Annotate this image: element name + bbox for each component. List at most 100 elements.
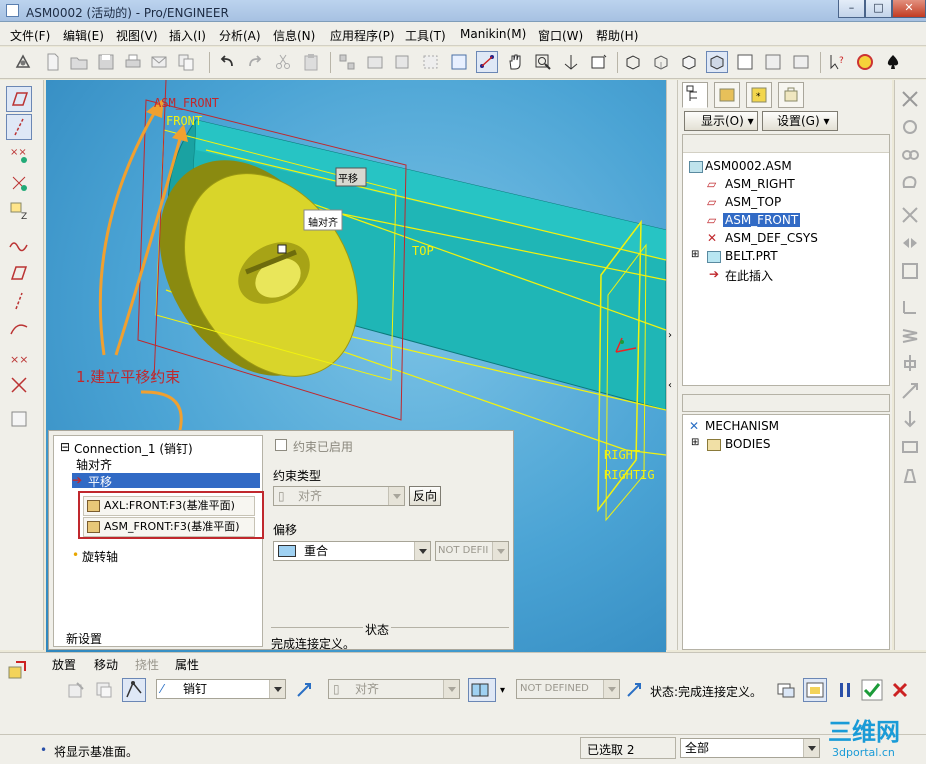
- menu-applications[interactable]: 应用程序(P): [330, 27, 395, 44]
- analysis-tool-icon[interactable]: [6, 406, 32, 432]
- menu-analysis[interactable]: 分析(A): [219, 27, 261, 44]
- mechanism-connect-icon[interactable]: [899, 88, 921, 110]
- cam-icon[interactable]: [899, 172, 921, 194]
- constraint-type-select[interactable]: ▯ 对齐: [273, 486, 405, 506]
- menu-help[interactable]: 帮助(H): [596, 27, 638, 44]
- zoom-icon[interactable]: [532, 51, 554, 73]
- sash-right-arrow-icon[interactable]: ›: [668, 330, 672, 341]
- spin-center-icon[interactable]: [560, 51, 582, 73]
- redo-icon[interactable]: [244, 51, 266, 73]
- translate-node[interactable]: 平移: [88, 473, 112, 490]
- wireframe-icon[interactable]: [622, 51, 644, 73]
- pan-hand-icon[interactable]: [504, 51, 526, 73]
- datum-point-tool-icon[interactable]: ××: [6, 344, 32, 370]
- separate-window-icon[interactable]: [774, 678, 798, 702]
- datum-point-display-icon[interactable]: ××: [6, 142, 32, 168]
- find-icon[interactable]: [392, 51, 414, 73]
- regen-icon[interactable]: [364, 51, 386, 73]
- csys-display-icon[interactable]: [6, 170, 32, 196]
- confirm-check-icon[interactable]: [860, 678, 884, 702]
- datum-display-icon[interactable]: [476, 51, 498, 73]
- csys-tool-icon[interactable]: [6, 372, 32, 398]
- tree-item-mechanism[interactable]: MECHANISM: [705, 419, 779, 433]
- open-file-icon[interactable]: [68, 51, 90, 73]
- tree-item-asm-front[interactable]: ASM_FRONT: [723, 213, 801, 227]
- tab-properties[interactable]: 属性: [175, 656, 199, 673]
- tree-item-asm-def-csys[interactable]: ASM_DEF_CSYS: [725, 231, 818, 245]
- tree-item-bodies[interactable]: BODIES: [725, 437, 770, 451]
- measure-icon[interactable]: [899, 296, 921, 318]
- offset-value-input[interactable]: NOT DEFII: [435, 541, 509, 561]
- flip-offset-icon[interactable]: [622, 678, 646, 702]
- gear-icon[interactable]: [899, 116, 921, 138]
- annotation-display-icon[interactable]: Z: [6, 198, 32, 224]
- expand-icon[interactable]: ⊞: [691, 437, 699, 448]
- manikin-icon[interactable]: [854, 51, 876, 73]
- cancel-x-icon[interactable]: [888, 678, 912, 702]
- layer-icon[interactable]: [762, 51, 784, 73]
- tab-flexibility[interactable]: 挠性: [135, 656, 159, 673]
- menu-file[interactable]: 文件(F): [10, 27, 50, 44]
- constraint-enabled-checkbox[interactable]: [275, 439, 287, 451]
- maximize-button[interactable]: □: [865, 0, 892, 18]
- offset-dropdown-arrow-icon[interactable]: ▾: [500, 685, 505, 696]
- connections-tab[interactable]: [778, 82, 804, 108]
- menu-window[interactable]: 窗口(W): [538, 27, 583, 44]
- drag-components-icon[interactable]: [899, 232, 921, 254]
- menu-tools[interactable]: 工具(T): [405, 27, 446, 44]
- reference-2[interactable]: ASM_FRONT:F3(基准平面): [83, 517, 255, 537]
- new-file-icon[interactable]: [42, 51, 64, 73]
- tree-item-asm-top[interactable]: ASM_TOP: [725, 195, 781, 209]
- menu-insert[interactable]: 插入(I): [169, 27, 206, 44]
- rotation-axis-node[interactable]: 旋转轴: [82, 548, 118, 565]
- select-icon[interactable]: [420, 51, 442, 73]
- email-icon[interactable]: [148, 51, 170, 73]
- flip-connection-icon[interactable]: [292, 678, 316, 702]
- new-set-link[interactable]: 新设置: [66, 630, 102, 647]
- datum-axis-display-icon[interactable]: [6, 114, 32, 140]
- gears-icon[interactable]: [899, 144, 921, 166]
- model-tree-icon[interactable]: [734, 51, 756, 73]
- save-icon[interactable]: [95, 51, 117, 73]
- datum-plane-tool-icon[interactable]: [6, 260, 32, 286]
- print-icon[interactable]: [122, 51, 144, 73]
- context-help-icon[interactable]: ?: [826, 51, 848, 73]
- assembly-window-icon[interactable]: [803, 678, 827, 702]
- datum-curve-tool-icon[interactable]: [6, 316, 32, 342]
- spade-icon[interactable]: [882, 51, 904, 73]
- tree-item-asm0002[interactable]: ASM0002.ASM: [705, 159, 792, 173]
- hidden-line-icon[interactable]: [650, 51, 672, 73]
- gravity-icon[interactable]: [899, 408, 921, 430]
- offset-type-icon[interactable]: [468, 678, 496, 702]
- undo-icon[interactable]: [216, 51, 238, 73]
- tab-placement[interactable]: 放置: [52, 656, 76, 673]
- axis-align-callout[interactable]: 轴对齐: [308, 214, 338, 229]
- close-button[interactable]: ✕: [892, 0, 926, 18]
- dashboard-constraint-select[interactable]: ▯ 对齐: [328, 679, 460, 699]
- damper-icon[interactable]: [899, 352, 921, 374]
- folder-browser-tab[interactable]: [714, 82, 740, 108]
- pause-icon[interactable]: [833, 678, 857, 702]
- connection-node[interactable]: Connection_1 (销钉): [74, 440, 193, 457]
- cut-icon[interactable]: [272, 51, 294, 73]
- expand-icon[interactable]: ⊞: [691, 249, 699, 260]
- menu-info[interactable]: 信息(N): [273, 27, 315, 44]
- no-hidden-icon[interactable]: [678, 51, 700, 73]
- settings-menu-button[interactable]: 设置(G) ▾: [762, 111, 838, 131]
- copy-icon[interactable]: [175, 51, 197, 73]
- mechanism-connection-icon[interactable]: [122, 678, 146, 702]
- regenerate-icon[interactable]: [12, 51, 34, 73]
- model-tree-tab[interactable]: [682, 82, 708, 108]
- view-manager-icon[interactable]: [790, 51, 812, 73]
- menu-manikin[interactable]: Manikin(M): [460, 27, 526, 41]
- datum-plane-display-icon[interactable]: [6, 86, 32, 112]
- display-menu-button[interactable]: 显示(O) ▾: [684, 111, 758, 131]
- orient-icon[interactable]: [588, 51, 610, 73]
- sash-left-arrow-icon[interactable]: ‹: [668, 380, 672, 391]
- package-icon[interactable]: [92, 678, 116, 702]
- minimize-button[interactable]: –: [838, 0, 865, 18]
- reference-1[interactable]: AXL:FRONT:F3(基准平面): [83, 496, 255, 516]
- filter-select[interactable]: 全部: [680, 738, 820, 758]
- refit-icon[interactable]: [448, 51, 470, 73]
- favorites-tab[interactable]: *: [746, 82, 772, 108]
